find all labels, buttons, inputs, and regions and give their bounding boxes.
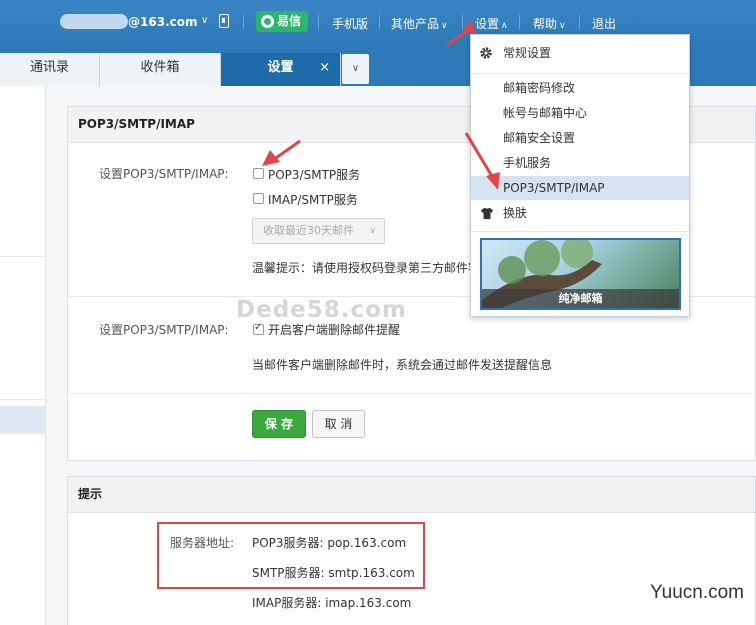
divider [471, 73, 689, 74]
menu-item-general-settings[interactable]: 常规设置 [471, 41, 689, 65]
tab-label: 收件箱 [140, 60, 180, 75]
menu-item-label: 帐号与邮箱中心 [503, 106, 588, 120]
receive-range-select: 收取最近30天邮件 ∨ [252, 218, 385, 244]
yixin-logo-icon [261, 15, 274, 28]
chevron-down-icon: ∨ [351, 63, 360, 74]
menu-item-pop3[interactable]: POP3/SMTP/IMAP [471, 176, 689, 200]
pop3-checkbox[interactable] [253, 168, 264, 179]
menu-item-label: 邮箱安全设置 [503, 131, 576, 145]
delete-reminder-checkbox[interactable] [253, 322, 264, 335]
annotation-highlight-box [157, 522, 425, 589]
menu-item-account-center[interactable]: 帐号与邮箱中心 [471, 101, 689, 125]
mobile-version-link[interactable]: 手机版 [332, 15, 368, 32]
settings-menu[interactable]: 设置 ∧ [475, 15, 508, 32]
divider [68, 393, 756, 394]
menu-item-password[interactable]: 邮箱密码修改 [471, 76, 689, 100]
divider [318, 15, 319, 29]
phone-icon[interactable] [219, 14, 229, 28]
select-value: 收取最近30天邮件 [263, 224, 354, 237]
sidebar-item-selected[interactable] [0, 406, 45, 434]
cancel-button[interactable]: 取 消 [312, 410, 365, 438]
row-label: 设置POP3/SMTP/IMAP: [99, 167, 229, 181]
divider [379, 15, 380, 29]
divider [0, 256, 45, 257]
logout-link[interactable]: 退出 [592, 15, 616, 32]
divider [243, 15, 244, 29]
imap-server: IMAP服务器: imap.163.com [252, 596, 412, 610]
other-products-menu[interactable]: 其他产品 ∨ [391, 15, 448, 32]
auth-code-tip: 温馨提示：请使用授权码登录第三方邮件客 [252, 261, 481, 275]
email-username-blurred [60, 14, 128, 29]
menu-item-label: 邮箱密码修改 [503, 81, 576, 95]
yixin-label: 易信 [277, 14, 302, 28]
shirt-icon [480, 207, 494, 220]
yixin-button[interactable]: 易信 [256, 11, 308, 32]
save-button[interactable]: 保 存 [252, 410, 306, 438]
chevron-down-icon[interactable]: ∨ [201, 15, 208, 26]
menu-item-mobile-service[interactable]: 手机服务 [471, 151, 689, 175]
pop3-option-label: POP3/SMTP服务 [268, 168, 361, 182]
menu-item-label: 换肤 [503, 206, 528, 220]
row-label: 设置POP3/SMTP/IMAP: [99, 323, 229, 337]
settings-label: 设置 [475, 17, 500, 31]
chevron-down-icon: ∨ [369, 226, 376, 236]
tab-contacts[interactable]: 通讯录 [0, 53, 100, 86]
gear-icon [480, 47, 492, 59]
chevron-up-icon: ∧ [501, 21, 508, 31]
menu-item-skin[interactable]: 换肤 [471, 201, 689, 225]
tab-inbox[interactable]: 收件箱 [100, 53, 221, 86]
help-menu[interactable]: 帮助 ∨ [533, 15, 566, 32]
tab-label: 设置 [267, 60, 294, 75]
imap-checkbox[interactable] [253, 193, 264, 204]
theme-preview[interactable]: 纯净邮箱 [480, 238, 681, 310]
site-watermark: Yuucn.com [650, 582, 744, 603]
theme-label: 纯净邮箱 [482, 289, 679, 308]
account-email[interactable]: @163.com [128, 15, 197, 29]
divider [462, 15, 463, 29]
chevron-down-icon: ∨ [559, 21, 566, 31]
delete-reminder-label: 开启客户端删除邮件提醒 [268, 323, 401, 337]
tab-label: 通讯录 [29, 60, 69, 75]
divider [0, 399, 45, 400]
settings-dropdown: 常规设置 邮箱密码修改 帐号与邮箱中心 邮箱安全设置 手机服务 POP3/SMT… [470, 34, 690, 317]
delete-reminder-note: 当邮件客户端删除邮件时，系统会通过邮件发送提醒信息 [252, 358, 553, 372]
close-icon[interactable]: × [319, 53, 330, 83]
divider [579, 15, 580, 29]
divider [519, 15, 520, 29]
watermark-text: Dede58.com [236, 297, 407, 323]
imap-option-label: IMAP/SMTP服务 [268, 193, 358, 207]
divider [471, 231, 689, 232]
panel-title: 提示 [68, 477, 755, 513]
menu-item-security[interactable]: 邮箱安全设置 [471, 126, 689, 150]
menu-item-label: 常规设置 [503, 46, 552, 60]
chevron-down-icon: ∨ [441, 21, 448, 31]
menu-item-label: 手机服务 [503, 156, 552, 170]
other-products-label: 其他产品 [391, 17, 440, 31]
help-label: 帮助 [533, 17, 558, 31]
tab-settings[interactable]: 设置 × [221, 53, 341, 86]
tab-more-button[interactable]: ∨ [342, 54, 369, 84]
left-sidebar [0, 86, 46, 625]
menu-item-label: POP3/SMTP/IMAP [503, 181, 605, 195]
